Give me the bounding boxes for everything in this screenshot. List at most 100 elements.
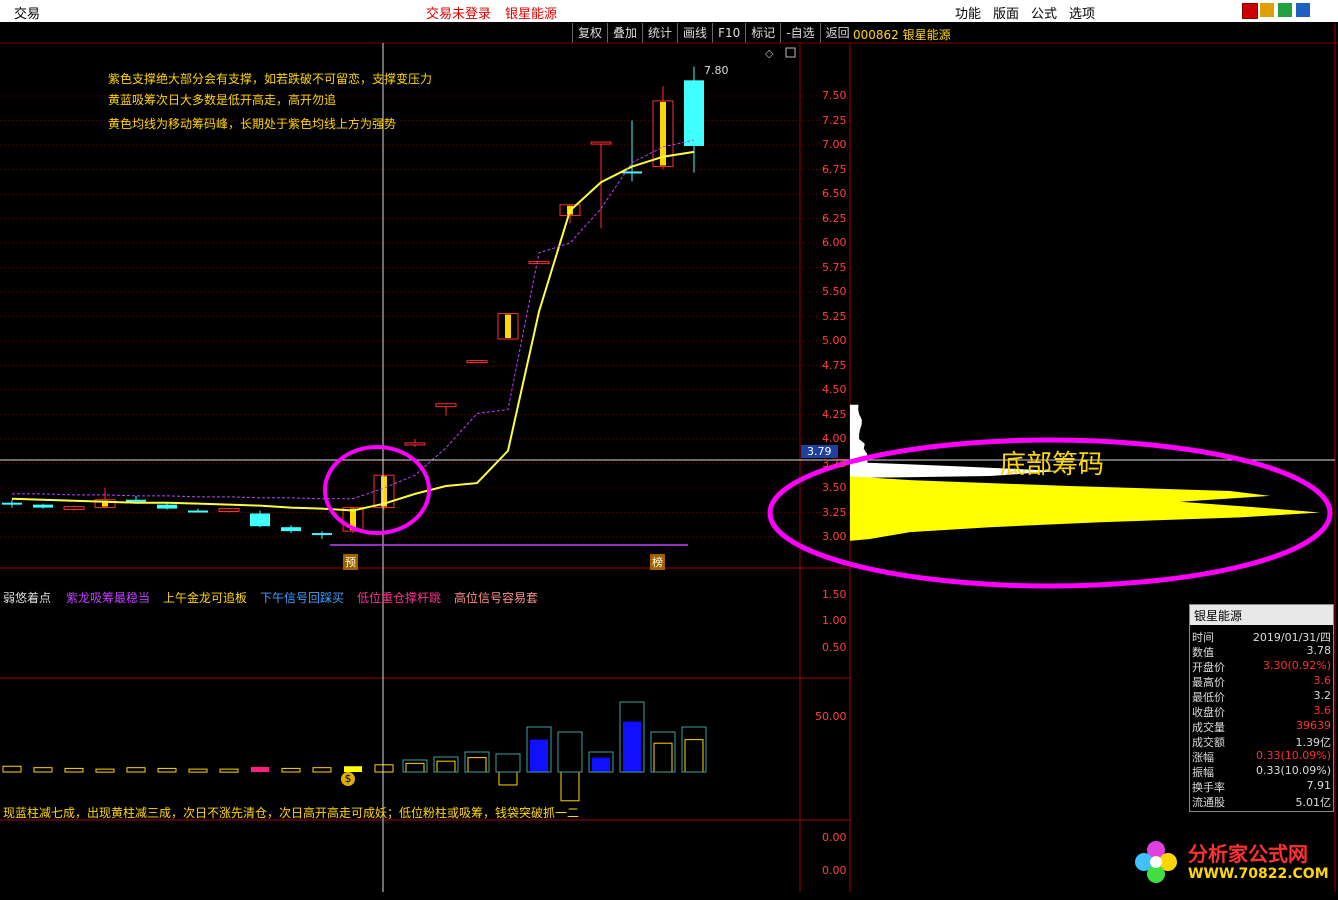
sub-axis-label: 1.00 — [822, 614, 847, 627]
volume-bar — [561, 772, 579, 801]
info-row-key: 流通股 — [1192, 794, 1225, 810]
candle-body — [436, 404, 456, 407]
volume-bar — [468, 758, 486, 772]
info-panel[interactable]: 银星能源 时间 2019/01/31/四 数值 3.78 开盘价 3.30(0.92%) 最… — [1189, 604, 1334, 812]
info-row: 成交额 1.39亿 — [1190, 734, 1333, 749]
price-axis-label: 3.50 — [822, 481, 847, 494]
bottom-axis-label: 0.00 — [822, 864, 847, 877]
info-row: 最低价 3.2 — [1190, 689, 1333, 704]
volume-outline — [496, 754, 520, 772]
volume-bar — [499, 772, 517, 785]
volume-bar — [375, 765, 393, 772]
info-row-key: 换手率 — [1192, 779, 1225, 795]
volume-bar — [189, 769, 207, 772]
flower-logo-icon — [1128, 834, 1188, 890]
note-yellow-ma: 黄色均线为移动筹码峰，长期处于紫色均线上方为强势 — [108, 115, 396, 132]
info-row: 涨幅 0.33(10.09%) — [1190, 749, 1333, 764]
info-row-value: 1.39亿 — [1296, 734, 1332, 750]
candle-body — [188, 511, 208, 513]
price-axis-label: 5.25 — [822, 310, 847, 323]
candle-body — [591, 142, 611, 144]
price-axis-label: 3.00 — [822, 530, 847, 543]
volume-bar — [685, 740, 703, 772]
price-axis-label: 4.00 — [822, 432, 847, 445]
volume-bar — [3, 766, 21, 772]
price-axis-label: 7.25 — [822, 114, 847, 127]
sub-axis-label: 1.50 — [822, 588, 847, 601]
candle-body — [219, 509, 239, 512]
price-axis-label: 3.25 — [822, 506, 847, 519]
volume-bar — [282, 768, 300, 772]
volume-outline — [558, 732, 582, 772]
yellow-chip-ma-line — [12, 152, 694, 511]
volume-axis-label: 50.00 — [815, 710, 847, 723]
signal-0: 弱悠着点 — [3, 589, 51, 606]
signal-5: 高位信号容易套 — [454, 589, 538, 606]
candle-body — [64, 507, 84, 510]
diamond-icon: ◇ — [765, 47, 774, 60]
volume-bar — [406, 763, 424, 772]
candle-body — [467, 361, 487, 363]
signal-3: 下午信号回踩买 — [260, 589, 344, 606]
info-row-value: 3.6 — [1314, 674, 1332, 687]
candle-inner — [505, 315, 511, 338]
signal-1: 紫龙吸筹最稳当 — [66, 589, 150, 606]
info-row-value: 5.01亿 — [1296, 794, 1332, 810]
signal-4: 低位重仓撑杆跳 — [357, 589, 441, 606]
info-row-value: 3.2 — [1314, 689, 1332, 702]
note-purple-support: 紫色支撑绝大部分会有支撑，如若跌破不可留恋，支撑变压力 — [108, 70, 432, 87]
price-axis-label: 3.75 — [822, 457, 847, 470]
info-row: 流通股 5.01亿 — [1190, 794, 1333, 809]
price-axis-label: 4.25 — [822, 408, 847, 421]
cursor-price-tag: 3.79 — [801, 445, 838, 458]
info-row: 数值 3.78 — [1190, 644, 1333, 659]
chip-label: 底部筹码 — [1000, 444, 1104, 481]
volume-bar — [158, 768, 176, 772]
info-row-key: 时间 — [1192, 629, 1214, 645]
sub-axis-label: 0.50 — [822, 641, 847, 654]
volume-bar — [127, 768, 145, 772]
money-bag-icon: $ — [341, 772, 355, 786]
candle-body — [2, 503, 22, 505]
price-axis-label: 6.50 — [822, 187, 847, 200]
info-row: 振幅 0.33(10.09%) — [1190, 764, 1333, 779]
info-row-key: 最低价 — [1192, 689, 1225, 705]
candle-body — [684, 80, 704, 146]
info-row-value: 0.33(10.09%) — [1256, 749, 1331, 762]
info-row-value: 39639 — [1296, 719, 1331, 732]
info-row-key: 成交量 — [1192, 719, 1225, 735]
price-axis-label: 6.75 — [822, 163, 847, 176]
info-row-value: 3.30(0.92%) — [1263, 659, 1331, 672]
candle-body — [405, 443, 425, 445]
price-axis-label: 6.25 — [822, 212, 847, 225]
info-row: 收盘价 3.6 — [1190, 704, 1333, 719]
candle-body — [529, 262, 549, 264]
volume-bar — [592, 758, 610, 772]
price-axis-label: 5.00 — [822, 334, 847, 347]
info-row-value: 3.6 — [1314, 704, 1332, 717]
info-row-key: 数值 — [1192, 644, 1214, 660]
bottom-axis-label: 0.00 — [822, 831, 847, 844]
info-row-key: 成交额 — [1192, 734, 1225, 750]
volume-bar — [313, 768, 331, 772]
price-axis-label: 4.50 — [822, 383, 847, 396]
logo-url: WWW.70822.COM — [1188, 866, 1329, 882]
candle-body — [250, 513, 270, 526]
price-axis-label: 4.75 — [822, 359, 847, 372]
note-yellow-blue: 黄蓝吸筹次日大多数是低开高走，高开勿追 — [108, 91, 336, 108]
info-row-value: 2019/01/31/四 — [1253, 629, 1331, 645]
volume-bar — [96, 769, 114, 772]
logo-name: 分析家公式网 — [1188, 838, 1308, 867]
candle-body — [126, 500, 146, 502]
volume-bar — [623, 722, 641, 772]
info-row: 成交量 39639 — [1190, 719, 1333, 734]
candle-body — [312, 533, 332, 535]
marker-bang: 榜 — [650, 554, 665, 570]
volume-bar — [654, 743, 672, 772]
info-row: 换手率 7.91 — [1190, 779, 1333, 794]
info-row-key: 涨幅 — [1192, 749, 1214, 765]
volume-bar — [437, 761, 455, 772]
price-axis-label: 7.50 — [822, 89, 847, 102]
info-row: 开盘价 3.30(0.92%) — [1190, 659, 1333, 674]
kline-chart[interactable]: ◇ — [0, 0, 1338, 900]
